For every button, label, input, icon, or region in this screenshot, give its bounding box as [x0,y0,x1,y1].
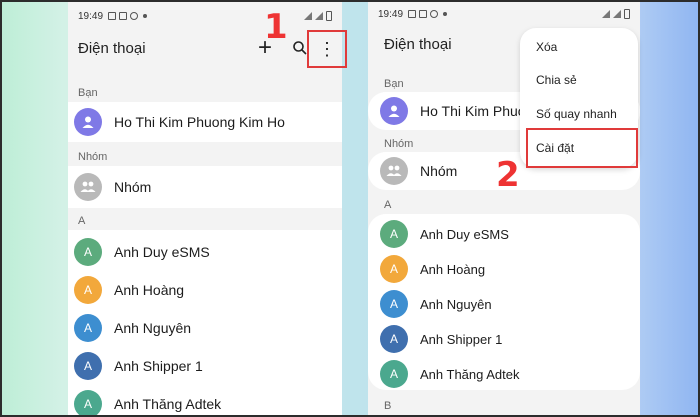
contact-name: Anh Thăng Adtek [420,366,520,382]
battery-icon [326,11,332,21]
contact-avatar: A [380,325,408,353]
profile-row[interactable]: Ho Thi Kim Phuong Kim Ho [74,108,285,136]
contact-row[interactable]: A Anh Duy eSMS [74,238,210,266]
highlight-more-options [307,30,347,68]
contact-row[interactable]: A Anh Duy eSMS [380,220,509,248]
section-label-friends: Bạn [78,87,98,99]
contact-row[interactable]: A Anh Nguyên [380,290,492,318]
status-bar: 19:49 [368,2,640,26]
gallery-icon [108,12,117,20]
contact-avatar: A [74,352,102,380]
contact-name: Anh Shipper 1 [420,331,503,347]
section-label-a: A [384,199,392,211]
contact-avatar: A [74,276,102,304]
menu-item-speed-dial[interactable]: Số quay nhanh [536,107,617,121]
message-icon [119,12,128,20]
contact-row[interactable]: A Anh Hoàng [380,255,485,283]
profile-row[interactable]: Ho Thi Kim Phuon [380,97,533,125]
contact-avatar: A [380,290,408,318]
section-label-groups: Nhóm [384,138,414,150]
contact-avatar: A [74,314,102,342]
contact-name: Anh Nguyên [114,320,192,336]
profile-name: Ho Thi Kim Phuon [420,103,534,119]
contact-name: Anh Nguyên [420,296,492,312]
contact-name: Anh Shipper 1 [114,358,203,374]
contact-row[interactable]: A Anh Shipper 1 [380,325,502,353]
sync-icon [130,12,139,20]
wifi-icon [304,12,312,20]
contact-row[interactable]: A Anh Shipper 1 [74,352,203,380]
gallery-icon [408,10,417,18]
person-icon [82,116,94,128]
step-number-1: 1 [264,7,288,47]
contact-row[interactable]: A Anh Nguyên [74,314,191,342]
group-avatar [74,173,102,201]
status-time: 19:49 [378,8,404,20]
contact-avatar: A [380,360,408,388]
contact-avatar: A [380,255,408,283]
group-icon [386,165,402,176]
contact-name: Anh Duy eSMS [114,244,210,260]
group-avatar [380,157,408,185]
person-icon [388,105,400,117]
group-row[interactable]: Nhóm [74,173,151,201]
group-label: Nhóm [420,163,458,179]
contact-row[interactable]: A Anh Hoàng [74,276,184,304]
contact-name: Anh Hoàng [114,282,185,298]
contact-name: Anh Thăng Adtek [114,396,222,412]
status-bar: 19:49 [68,2,342,30]
contact-name: Anh Duy eSMS [420,226,509,242]
status-time: 19:49 [78,10,104,22]
step-number-2: 2 [496,155,520,195]
contact-row[interactable]: A Anh Thăng Adtek [380,360,520,388]
profile-avatar [74,108,102,136]
highlight-settings [526,128,638,168]
group-icon [80,181,96,192]
notification-dot-icon [143,14,148,18]
sync-icon [430,10,439,18]
menu-item-share[interactable]: Chia sẻ [536,73,577,87]
contact-avatar: A [380,220,408,248]
section-label-groups: Nhóm [78,151,108,163]
search-icon [293,41,307,55]
section-label-friends: Bạn [384,78,404,90]
notification-dot-icon [443,12,448,16]
contact-avatar: A [74,238,102,266]
section-label-b: B [384,400,392,412]
page-title: Điện thoại [384,36,452,53]
signal-icon [613,10,621,18]
profile-avatar [380,97,408,125]
contact-name: Anh Hoàng [420,261,486,277]
signal-icon [315,12,323,20]
page-title: Điện thoại [78,40,146,57]
contact-avatar: A [74,390,102,415]
group-row[interactable]: Nhóm [380,157,457,185]
battery-icon [624,9,630,19]
search-button[interactable] [292,38,308,60]
group-label: Nhóm [114,179,152,195]
message-icon [419,10,428,18]
wifi-icon [602,10,610,18]
phone-screen-left: 19:49 Điện thoại + ⋮ Bạn Ho Thi Kim Phuo… [68,2,342,415]
contact-row[interactable]: A Anh Thăng Adtek [74,390,221,415]
section-label-a: A [78,215,86,227]
menu-item-delete[interactable]: Xóa [536,40,557,54]
profile-name: Ho Thi Kim Phuong Kim Ho [114,114,285,130]
